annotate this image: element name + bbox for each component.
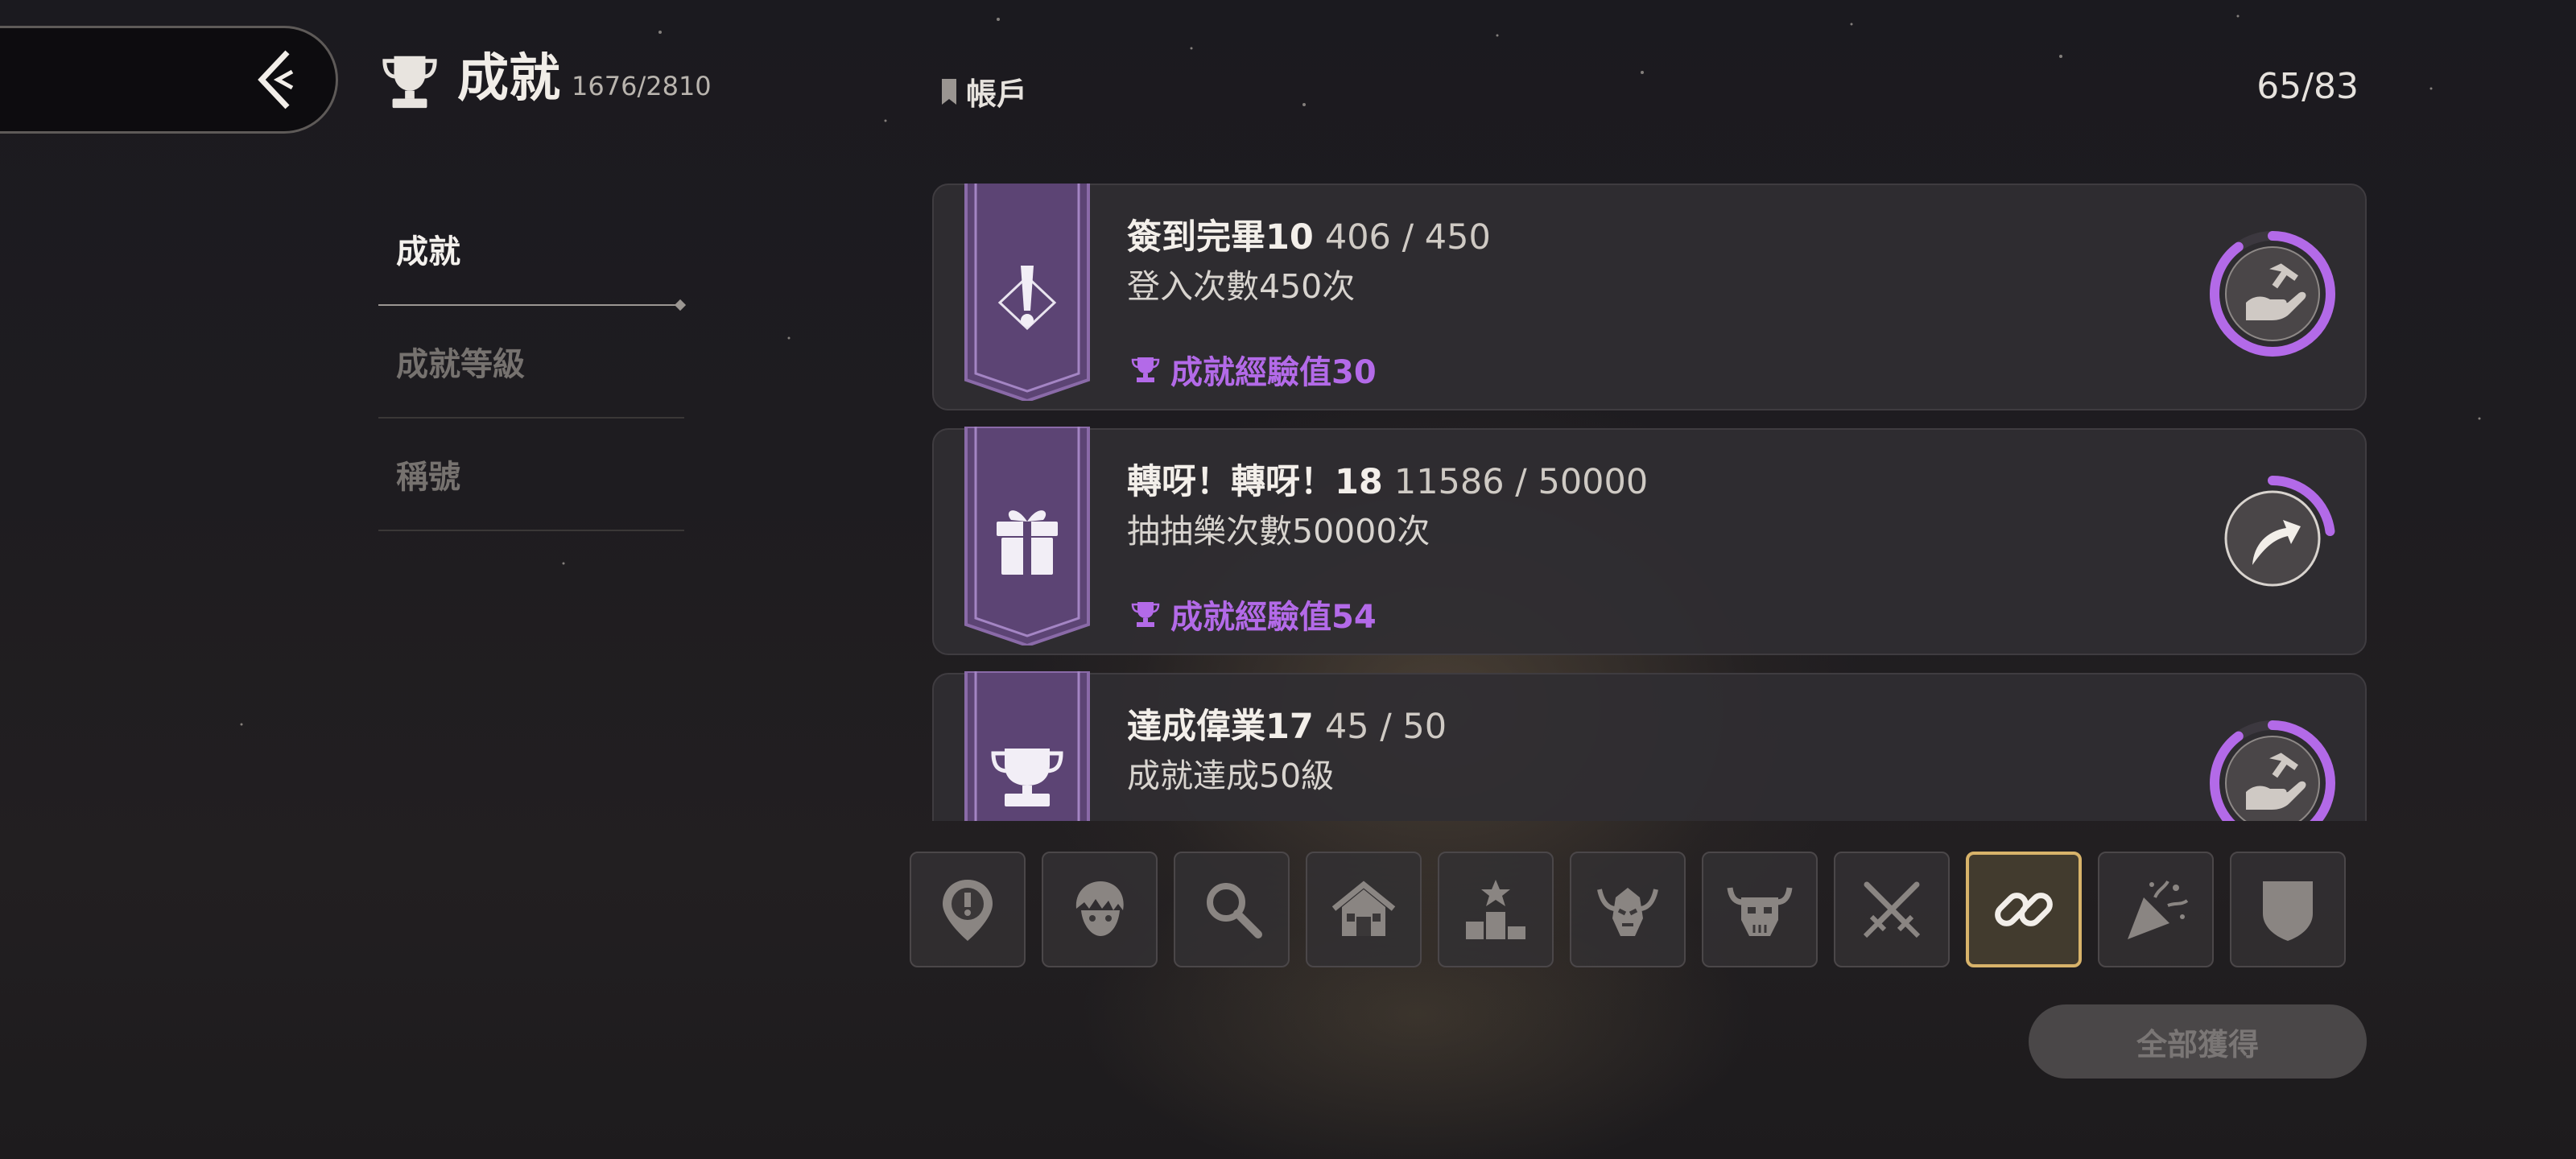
category-name: 帳戶 [966,76,1028,112]
side-nav-item-titles[interactable]: 稱號 [378,419,684,531]
category-label: 帳戶 [940,69,1027,113]
claim-reward-button[interactable] [2204,715,2341,821]
achievement-reward-label: 成就經驗值54 [1170,599,1377,636]
side-nav-label: 成就 [396,233,460,270]
ox-skull-icon [1727,887,1793,936]
claim-all-button[interactable]: 全部獲得 [2029,1004,2367,1079]
crossed-swords-icon [1863,881,1921,938]
trophy-icon [1131,357,1160,382]
achievement-description: 成就達成50級 [1127,757,1335,795]
trophy-icon [1131,602,1160,627]
podium-icon [1466,880,1525,939]
achievement-banner [964,184,1090,401]
character-face-icon [1075,881,1124,936]
achievement-list[interactable]: 簽到完畢10 406 / 450 登入次數450次 成就經驗值30 轉呀！轉呀！… [932,184,2367,821]
side-nav-label: 稱號 [396,459,460,496]
tab-ranking[interactable] [1438,852,1554,967]
go-shortcut-button[interactable] [2204,470,2341,607]
achievement-card[interactable]: 達成偉業17 45 / 50 成就達成50級 [932,671,2367,821]
house-icon [1331,881,1396,936]
achievement-card[interactable]: 轉呀！轉呀！18 11586 / 50000 抽抽樂次數50000次 成就經驗值5… [932,427,2367,655]
tab-housing[interactable] [1306,852,1422,967]
achievement-name: 簽到完畢10 [1127,217,1314,258]
claim-reward-button[interactable] [2204,225,2341,362]
tab-bosses[interactable] [1570,852,1686,967]
achievement-total-count: 1676/2810 [572,71,712,101]
link-icon [1995,893,2053,926]
achievement-description: 登入次數450次 [1127,267,1356,306]
map-pin-alert-icon [943,880,993,941]
chevron-left-icon [258,50,294,109]
tab-account[interactable] [1966,852,2082,967]
achievement-reward-label: 成就經驗值30 [1170,354,1377,391]
party-popper-icon [2128,880,2189,939]
tab-monsters[interactable] [1702,852,1818,967]
page-header: 成就 1676/2810 [378,45,712,113]
tab-characters[interactable] [1042,852,1158,967]
tab-exploration[interactable] [1174,852,1290,967]
achievement-progress: 406 / 450 [1324,217,1491,258]
page-title: 成就 [457,49,560,109]
achievement-progress: 45 / 50 [1324,707,1447,747]
back-button[interactable] [0,26,338,134]
achievement-name: 達成偉業17 [1127,707,1314,747]
tab-combat[interactable] [1834,852,1950,967]
tab-events[interactable] [2098,852,2214,967]
demon-icon [1597,888,1658,936]
category-tab-bar [910,852,2346,967]
category-progress-count: 65/83 [2256,66,2359,107]
claim-all-label: 全部獲得 [2136,1026,2259,1062]
achievement-title: 達成偉業17 45 / 50 [1127,699,1447,749]
shield-icon [2263,881,2313,941]
achievement-banner [964,671,1090,821]
side-nav: 成就 成就等級 稱號 [378,193,684,531]
magnifier-icon [1207,883,1262,938]
side-nav-item-achievements[interactable]: 成就 [378,193,684,306]
side-nav-label: 成就等級 [396,346,525,383]
side-nav-item-achievement-level[interactable]: 成就等級 [378,306,684,419]
achievement-title: 簽到完畢10 406 / 450 [1127,209,1491,259]
achievement-card[interactable]: 簽到完畢10 406 / 450 登入次數450次 成就經驗值30 [932,184,2367,410]
tab-guild[interactable] [2230,852,2346,967]
achievement-reward: 成就經驗值30 [1130,346,1377,393]
achievement-progress: 11586 / 50000 [1393,462,1649,502]
bookmark-icon [942,78,956,105]
achievement-reward: 成就經驗值54 [1130,591,1377,637]
achievement-title: 轉呀！轉呀！18 11586 / 50000 [1127,454,1648,504]
trophy-icon [382,56,437,109]
achievement-banner [964,427,1090,645]
tab-account-alert[interactable] [910,852,1026,967]
achievement-name: 轉呀！轉呀！18 [1127,462,1383,502]
achievement-description: 抽抽樂次數50000次 [1127,512,1430,551]
